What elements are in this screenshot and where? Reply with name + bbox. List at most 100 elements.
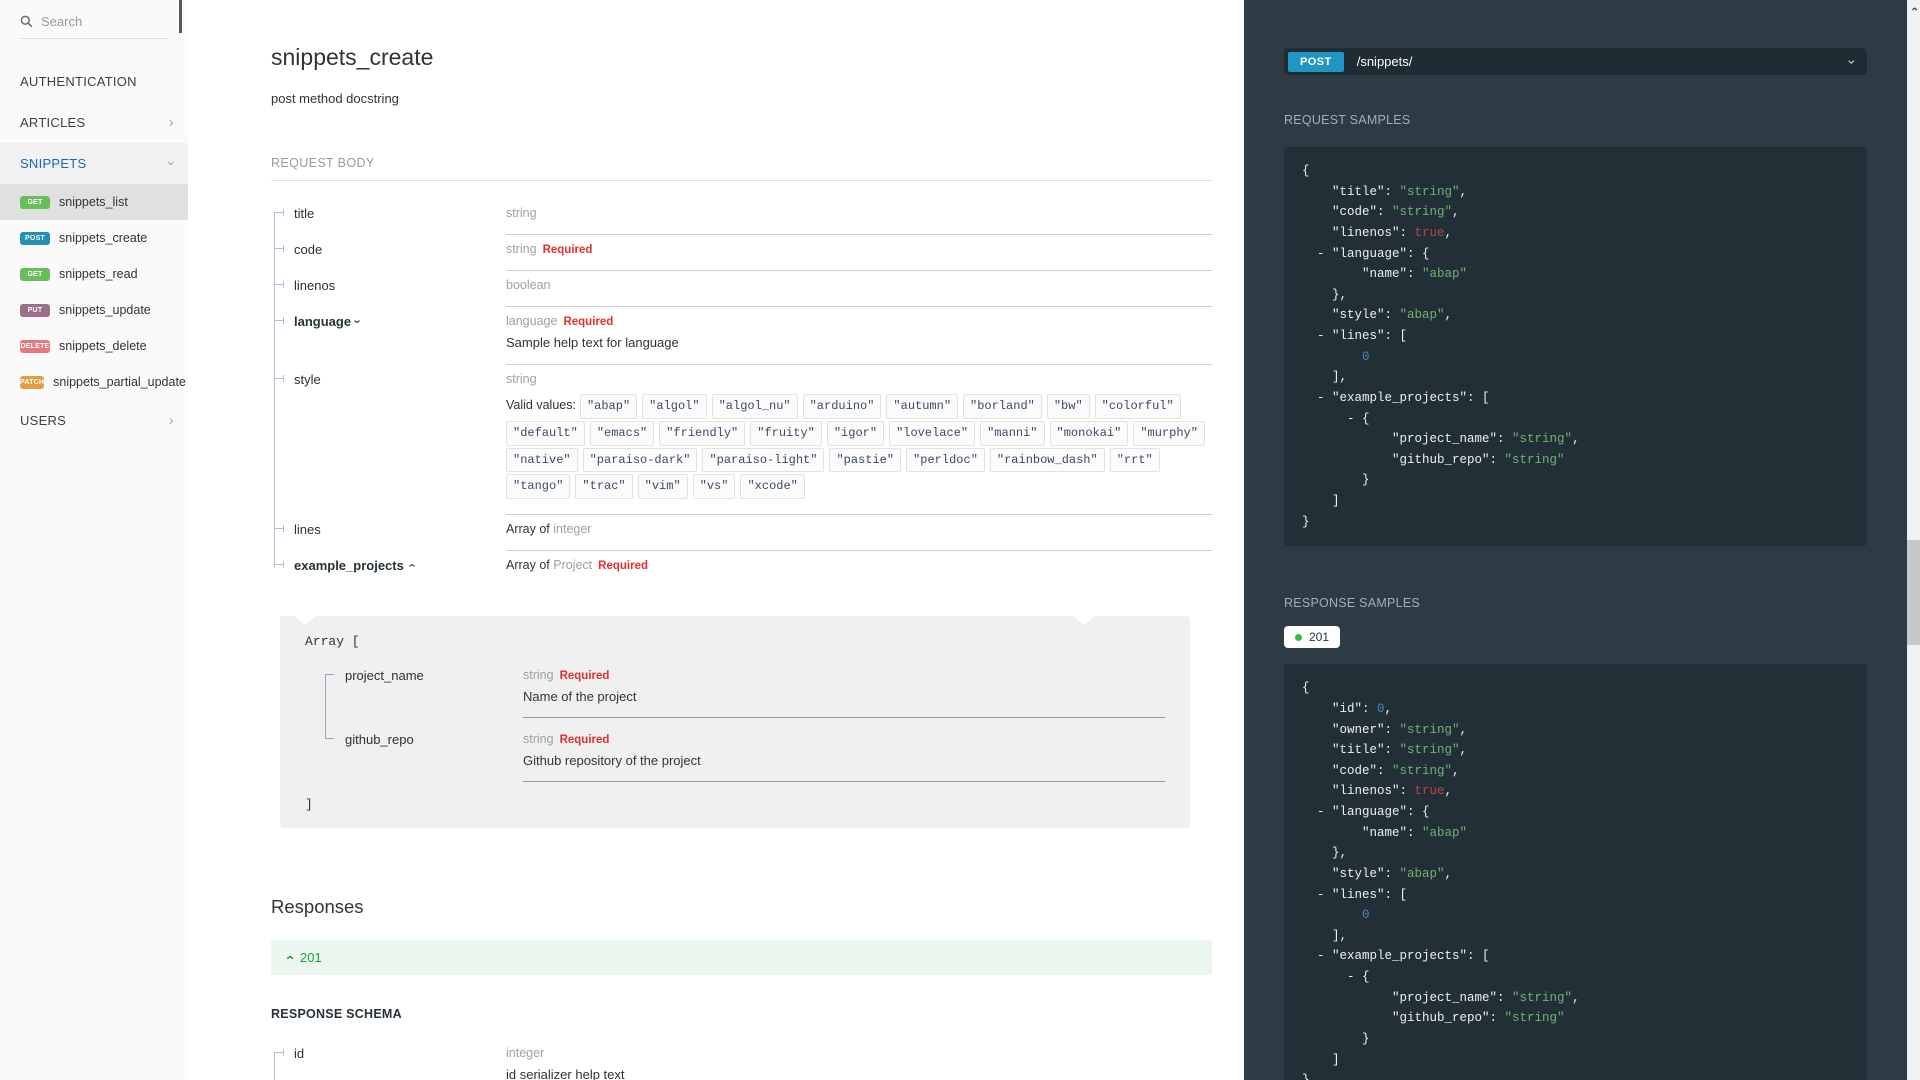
field-row-id: id integer id serializer help text (274, 1039, 1212, 1080)
field-row-language: language› language Required Sample help t… (274, 307, 1212, 365)
valid-value-chip: "paraiso-dark" (582, 447, 698, 473)
required-badge: Required (542, 244, 593, 256)
sidebar-item-snippets-read[interactable]: GET snippets_read (0, 256, 188, 292)
field-name: code (294, 242, 323, 257)
field-row-title: title string (274, 199, 1212, 235)
request-samples-label: REQUEST SAMPLES (1284, 113, 1411, 127)
method-badge-delete: DELETE (20, 339, 50, 353)
field-type: language (506, 314, 558, 328)
code-line: - { (1302, 970, 1370, 984)
valid-value-chip: "friendly" (659, 420, 746, 446)
response-schema-fields: id integer id serializer help text owner… (274, 1039, 1212, 1080)
valid-value-chip: "pastie" (829, 447, 902, 473)
valid-value-chip: "vs" (692, 474, 736, 500)
sidebar-scrollbar-thumb[interactable] (179, 0, 182, 33)
valid-value-chip: "manni" (980, 420, 1045, 446)
field-name-expandable[interactable]: example_projects› (294, 551, 506, 586)
code-line: - "language": { (1302, 246, 1430, 261)
field-row-code: code string Required (274, 235, 1212, 271)
valid-value-chip: "borland" (963, 394, 1042, 419)
required-badge: Required (559, 734, 610, 747)
scrollbar-up-arrow[interactable]: › (1907, 3, 1920, 12)
response-schema-label: RESPONSE SCHEMA (271, 1007, 402, 1022)
required-badge: Required (559, 670, 610, 683)
sidebar-section-label: ARTICLES (20, 115, 86, 130)
code-line: "code": "string", (1302, 205, 1460, 220)
code-line: - "lines": [ (1302, 887, 1408, 902)
sidebar-item-articles[interactable]: ARTICLES › (0, 102, 188, 143)
valid-value-chip: "lovelace" (889, 420, 976, 446)
request-body-label: REQUEST BODY (271, 156, 1212, 181)
field-help: id serializer help text (506, 1067, 625, 1080)
status-dot-icon (1295, 633, 1302, 641)
code-line: - "lines": [ (1302, 329, 1408, 343)
field-name: github_repo (345, 732, 414, 748)
code-line: { (1302, 164, 1310, 178)
sidebar-item-snippets-list[interactable]: GET snippets_list (0, 184, 188, 220)
search-icon (20, 15, 33, 28)
valid-values-label: Valid values: (506, 398, 576, 412)
operation-docstring: post method docstring (271, 91, 399, 106)
field-type: string (506, 242, 537, 256)
sidebar-item-snippets[interactable]: SNIPPETS › (0, 143, 188, 184)
field-type: string (506, 372, 537, 386)
field-type: integer (506, 1046, 545, 1061)
code-line: "owner": "string", (1302, 722, 1468, 737)
page-scrollbar[interactable]: › (1907, 0, 1920, 1080)
sidebar-item-snippets-create[interactable]: POST snippets_create (0, 220, 188, 256)
field-name: linenos (294, 278, 336, 293)
valid-value-chip: "monokai" (1049, 420, 1129, 446)
code-line: - { (1302, 411, 1370, 426)
valid-value-chip: "rainbow_dash" (989, 447, 1105, 473)
code-line: "title": "string", (1302, 743, 1468, 758)
sidebar-item-snippets-partial-update[interactable]: PATCH snippets_partial_update (0, 364, 188, 400)
request-body-fields: title string code string Required linenos… (274, 199, 1212, 586)
field-type: boolean (506, 278, 551, 292)
valid-value-chip: "murphy" (1133, 420, 1205, 446)
response-code: 201 (300, 950, 322, 966)
code-line: - "language": { (1302, 805, 1430, 819)
code-line: } (1302, 1031, 1370, 1046)
code-line: "linenos": true, (1302, 225, 1453, 240)
field-row-linenos: linenos boolean (274, 271, 1212, 307)
status-code: 201 (1309, 630, 1330, 645)
valid-value-chip: "perldoc" (906, 447, 985, 473)
valid-value-chip: "igor" (826, 420, 885, 446)
valid-value-chip: "default" (506, 420, 585, 446)
field-name-expandable[interactable]: language› (294, 307, 506, 365)
field-name: title (294, 206, 315, 221)
valid-value-chip: "trac" (575, 474, 633, 500)
valid-value-chip: "xcode" (740, 474, 805, 500)
field-row-project-name: project_name string Required Name of the … (325, 663, 1165, 728)
sidebar-item-snippets-update[interactable]: PUT snippets_update (0, 292, 188, 328)
response-sample-code: { "id": 0, "owner": "string", "title": "… (1284, 664, 1867, 1080)
valid-value-chip: "emacs" (589, 420, 655, 446)
responses-heading: Responses (271, 896, 364, 918)
sidebar-item-authentication[interactable]: AUTHENTICATION (0, 61, 188, 102)
valid-value-chip: "tango" (506, 474, 571, 500)
sidebar-item-users[interactable]: USERS › (0, 400, 188, 441)
array-open-bracket: Array [ (305, 634, 360, 650)
chevron-down-icon: › (1844, 59, 1861, 64)
chevron-right-icon: › (168, 412, 174, 429)
endpoint-selector[interactable]: POST /snippets/ › (1284, 48, 1867, 75)
field-type-prefix: Array of (506, 558, 550, 573)
scrollbar-thumb[interactable] (1907, 540, 1920, 645)
field-help: Sample help text for language (506, 335, 679, 350)
code-line: { (1302, 681, 1310, 696)
field-name: style (294, 372, 321, 387)
field-type: string (506, 206, 537, 220)
samples-panel: POST /snippets/ › REQUEST SAMPLES { "tit… (1244, 0, 1907, 1080)
valid-value-chip: "bw" (1046, 394, 1090, 419)
array-close-bracket: ] (305, 797, 313, 813)
code-line: "style": "abap", (1302, 308, 1453, 323)
code-line: ], (1302, 928, 1348, 943)
response-status-tab[interactable]: 201 (1284, 626, 1341, 649)
search-box[interactable] (20, 14, 168, 39)
response-samples-label: RESPONSE SAMPLES (1284, 596, 1420, 611)
sidebar-item-snippets-delete[interactable]: DELETE snippets_delete (0, 328, 188, 364)
response-201-banner[interactable]: › 201 (271, 940, 1212, 976)
operation-label: snippets_create (59, 231, 148, 245)
search-input[interactable] (41, 14, 168, 29)
field-type: string (523, 668, 554, 683)
